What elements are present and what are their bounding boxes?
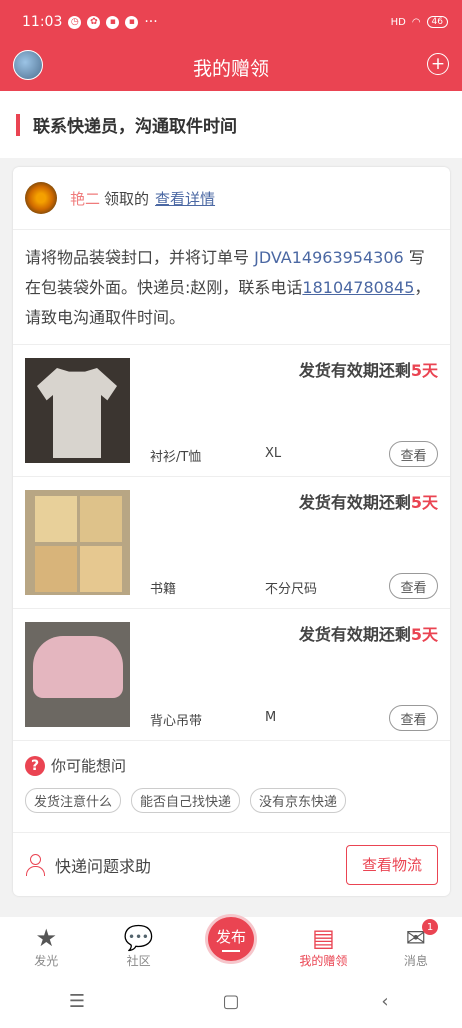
tab-label: 我的赠领 <box>299 954 348 968</box>
item-image-tshirt[interactable] <box>25 358 130 463</box>
section-accent-bar <box>16 113 20 136</box>
app-notification-icon: ✿ <box>87 15 101 29</box>
battery-icon: 46 <box>426 16 448 28</box>
item-image-camisole[interactable] <box>25 622 130 727</box>
courier-help-label[interactable]: 快递问题求助 <box>55 853 151 877</box>
faq-tag-own-courier[interactable]: 能否自己找快递 <box>131 788 241 813</box>
item-image-books[interactable] <box>25 490 130 595</box>
tab-label: 消息 <box>403 954 428 968</box>
courier-help-row: 快递问题求助 查看物流 <box>13 833 450 896</box>
gift-box-icon: ▤ <box>312 924 335 952</box>
expire-days: 5天 <box>410 625 438 644</box>
bottom-tab-bar: ★ 发光 💬 社区 发布 ▤ 我的赠领 ✉ 消息 1 <box>0 917 462 974</box>
faq-tag-shipping-notes[interactable]: 发货注意什么 <box>25 788 122 813</box>
claimer-row: 艳二 领取的 查看详情 <box>13 167 450 230</box>
order-number: JDVA14963954306 <box>254 248 404 267</box>
section-title: 联系快递员，沟通取件时间 <box>33 117 237 137</box>
faq-section: ? 你可能想问 发货注意什么 能否自己找快递 没有京东快递 <box>13 741 450 833</box>
expire-notice: 发货有效期还剩5天 <box>298 361 438 380</box>
wifi-icon: ◠ <box>411 16 421 28</box>
tab-my-gifts[interactable]: ▤ 我的赠领 <box>277 917 369 974</box>
instruction-text: 请将物品装袋封口，并将订单号 <box>25 248 255 267</box>
chat-bubble-icon: 💬 <box>123 924 154 952</box>
chat-notification-icon: ▪ <box>125 15 139 29</box>
claim-verb: 领取的 <box>104 189 150 208</box>
view-item-button[interactable]: 查看 <box>389 441 438 467</box>
expire-days: 5天 <box>410 493 438 512</box>
publish-label: 发布 <box>216 928 247 946</box>
item-row: 发货有效期还剩5天 背心吊带 M 查看 <box>13 609 450 741</box>
star-icon: ★ <box>35 924 57 952</box>
unread-badge: 1 <box>422 919 439 935</box>
signal-icon: HD <box>390 16 406 28</box>
home-icon[interactable]: ▢ <box>211 991 251 1012</box>
more-notifications-icon: ··· <box>144 14 158 30</box>
shipping-instruction: 请将物品装袋封口，并将订单号 JDVA14963954306 写在包装袋外面。快… <box>13 230 450 345</box>
menu-icon[interactable]: ☰ <box>57 991 97 1012</box>
status-bar: 11:03 ◷ ✿ ▪ ▪ ··· HD ◠ 46 <box>0 0 462 44</box>
status-time: 11:03 <box>22 14 63 30</box>
tab-publish[interactable]: 发布 <box>185 917 277 974</box>
top-header: 11:03 ◷ ✿ ▪ ▪ ··· HD ◠ 46 我的赠领 + <box>0 0 462 91</box>
page-title: 我的赠领 <box>192 58 269 80</box>
item-name: 书籍 <box>150 582 177 597</box>
tab-label: 发光 <box>34 954 59 968</box>
view-item-button[interactable]: 查看 <box>389 573 438 599</box>
person-icon <box>25 853 45 876</box>
view-logistics-button[interactable]: 查看物流 <box>346 844 438 885</box>
tab-messages[interactable]: ✉ 消息 1 <box>370 917 462 974</box>
question-icon: ? <box>25 755 45 776</box>
item-name: 背心吊带 <box>150 714 203 729</box>
faq-tag-no-jd-express[interactable]: 没有京东快递 <box>250 788 347 813</box>
title-bar: 我的赠领 + <box>0 44 462 91</box>
system-navigation-bar: ☰ ▢ ‹ <box>0 974 462 1028</box>
item-row: 发货有效期还剩5天 书籍 不分尺码 查看 <box>13 477 450 609</box>
tab-glow[interactable]: ★ 发光 <box>0 917 92 974</box>
expire-notice: 发货有效期还剩5天 <box>298 493 438 512</box>
section-header: 联系快递员，沟通取件时间 <box>0 91 462 158</box>
tab-community[interactable]: 💬 社区 <box>92 917 184 974</box>
alarm-icon: ◷ <box>68 15 82 29</box>
claim-card: 艳二 领取的 查看详情 请将物品装袋封口，并将订单号 JDVA149639543… <box>13 167 450 896</box>
add-button[interactable]: + <box>427 53 449 75</box>
item-row: 发货有效期还剩5天 衬衫/T恤 XL 查看 <box>13 345 450 477</box>
claimer-name[interactable]: 艳二 <box>70 188 100 209</box>
courier-phone-link[interactable]: 18104780845 <box>302 278 414 297</box>
publish-button[interactable]: 发布 <box>208 917 255 961</box>
expire-notice: 发货有效期还剩5天 <box>298 625 438 644</box>
item-size: 不分尺码 <box>265 582 318 597</box>
mail-notification-icon: ▪ <box>106 15 120 29</box>
tab-label: 社区 <box>126 954 151 968</box>
item-name: 衬衫/T恤 <box>150 450 202 465</box>
faq-title: 你可能想问 <box>51 757 127 775</box>
item-size: M <box>265 710 277 725</box>
back-icon[interactable]: ‹ <box>365 991 405 1012</box>
expire-days: 5天 <box>410 361 438 380</box>
item-size: XL <box>265 446 282 461</box>
view-item-button[interactable]: 查看 <box>389 705 438 731</box>
publish-underline <box>222 950 241 952</box>
user-avatar[interactable] <box>13 50 43 80</box>
claimer-avatar[interactable] <box>25 182 57 214</box>
view-details-link[interactable]: 查看详情 <box>155 188 215 209</box>
